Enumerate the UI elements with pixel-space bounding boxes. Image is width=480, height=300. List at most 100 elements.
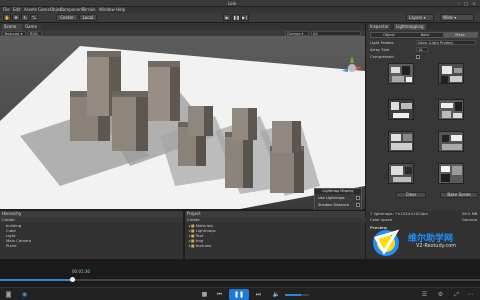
pivot-local-button[interactable]: Local: [79, 14, 97, 21]
lightmap-image: [389, 132, 413, 151]
gizmos-dropdown[interactable]: Gizmos ▾: [285, 30, 309, 36]
layout-dropdown[interactable]: Wide ▾: [440, 14, 474, 21]
option-use-lightmaps[interactable]: Use Lightmaps: [318, 195, 362, 201]
hierarchy-panel: Hierarchy Create building Cube Light Mai…: [0, 210, 183, 259]
scale-tool-button[interactable]: ⤡: [30, 14, 38, 21]
lightmap-stats: 7 lightmaps: 7×1024×1024px: [370, 211, 428, 216]
compressed-checkbox[interactable]: [416, 55, 420, 59]
hierarchy-toolbar: Create: [0, 217, 183, 222]
fullscreen-icon[interactable]: ⤢: [452, 290, 461, 299]
lightmap-image: [439, 64, 463, 83]
folder-icon: ▸■: [189, 243, 195, 248]
close-icon[interactable]: ×: [471, 1, 477, 6]
lightmap-image: [439, 132, 463, 151]
progress-handle[interactable]: [70, 277, 75, 282]
bake-scene-button[interactable]: Bake Scene: [440, 192, 478, 198]
pivot-center-button[interactable]: Center: [56, 14, 78, 21]
progress-fill: [0, 279, 72, 281]
step-icon: ▶❘: [242, 15, 249, 20]
tab-inspector[interactable]: Inspector: [368, 24, 391, 30]
player-timeline: 00:01:36: [0, 259, 480, 287]
lightmap-thumb[interactable]: [438, 63, 464, 84]
watermark-logo: [373, 229, 400, 256]
move-tool-button[interactable]: ✥: [12, 14, 20, 21]
inspector-tabs: Inspector Lightmapping: [366, 23, 480, 30]
lightmap-thumb[interactable]: [438, 163, 464, 184]
pause-icon[interactable]: ❚❚: [229, 289, 249, 300]
watermark-url: V2-Restudy.com: [416, 243, 457, 249]
scene-viewport[interactable]: [0, 36, 365, 209]
stop-icon[interactable]: ■: [200, 290, 209, 299]
clear-button[interactable]: Clear: [396, 192, 426, 198]
previous-icon[interactable]: ⏮: [215, 290, 224, 299]
lightmap-display-title: Lightmap Display: [315, 189, 361, 194]
minimize-icon[interactable]: –: [456, 1, 462, 6]
playlist-icon[interactable]: ☰: [420, 290, 429, 299]
project-item[interactable]: ▸■ textures: [189, 243, 211, 248]
title-bar: Lolo – □ ×: [0, 0, 480, 7]
subtab-maps[interactable]: Maps: [443, 33, 477, 37]
eye-icon[interactable]: ◉: [20, 290, 29, 299]
lightmap-thumb[interactable]: [438, 99, 464, 120]
step-button[interactable]: ▶❘: [241, 14, 249, 21]
hand-tool-button[interactable]: ✋: [3, 14, 11, 21]
hierarchy-create-button[interactable]: Create: [2, 217, 15, 222]
screenshot-icon[interactable]: ◙: [4, 290, 13, 299]
play-icon: ▶: [225, 15, 229, 20]
scene-search-input[interactable]: All: [311, 30, 361, 36]
lightmap-thumb[interactable]: [388, 63, 414, 84]
subtab-object[interactable]: Object: [371, 33, 407, 37]
lightmap-thumb[interactable]: [388, 131, 414, 152]
scene-render: [0, 36, 365, 209]
light-probes-label: Light Probes: [370, 40, 394, 45]
player-controls: ◙ ◉ ■ ⏮ ❚❚ ⏭ 🔈 ☰ ⚙ ⤢ ⋯: [0, 287, 480, 300]
playback-time: 00:01:36: [72, 269, 90, 274]
move-icon: ✥: [14, 15, 18, 20]
lightmap-image: [389, 164, 413, 183]
render-mode-dropdown[interactable]: RGB ▾: [28, 30, 42, 40]
next-icon[interactable]: ⏭: [254, 290, 263, 299]
lightmap-image: [439, 100, 463, 119]
compressed-label: Compressed: [370, 54, 394, 59]
array-size-label: Array Size: [370, 47, 390, 52]
volume-fill: [285, 294, 301, 296]
color-space-value: Gamma: [462, 217, 477, 222]
lightmap-thumb[interactable]: [388, 99, 414, 120]
tab-lightmapping[interactable]: Lightmapping: [394, 24, 426, 30]
pause-icon: ❚❚: [233, 15, 240, 20]
inspector-panel: Inspector Lightmapping Object Bake Maps …: [365, 23, 480, 211]
option-shadow-distance[interactable]: Shadow Distance: [318, 202, 362, 208]
project-panel: Project Create ▸■ Materials ▸■ Lightmaps…: [184, 210, 366, 259]
volume-icon[interactable]: 🔈: [272, 290, 281, 299]
lightmap-image: [389, 100, 413, 119]
window-title: Lolo: [228, 1, 237, 6]
rotate-icon: ↻: [23, 15, 27, 20]
subtab-bake[interactable]: Bake: [407, 33, 443, 37]
color-space-label: Color space: [370, 217, 393, 222]
lightmap-thumb[interactable]: [388, 163, 414, 184]
settings-icon[interactable]: ⚙: [436, 290, 445, 299]
pause-button[interactable]: ❚❚: [232, 14, 240, 21]
more-icon[interactable]: ⋯: [466, 290, 475, 299]
light-probes-field[interactable]: None (Light Probes): [416, 40, 476, 45]
toolbar: ✋ ✥ ↻ ⤡ Center Local ▶ ❚❚ ▶❘ Layers ▾ Wi…: [0, 13, 480, 23]
lightmap-subtabs: Object Bake Maps: [370, 32, 478, 38]
draw-mode-dropdown[interactable]: Textured ▾: [2, 30, 26, 36]
rotate-tool-button[interactable]: ↻: [21, 14, 29, 21]
lightmap-thumb[interactable]: [438, 131, 464, 152]
array-size-field[interactable]: 16: [416, 47, 428, 52]
checkbox[interactable]: [356, 196, 360, 200]
scale-icon: ⤡: [32, 15, 36, 20]
play-button[interactable]: ▶: [223, 14, 231, 21]
checkbox[interactable]: [356, 203, 360, 207]
project-create-button[interactable]: Create: [187, 217, 200, 222]
project-toolbar: Create: [185, 217, 366, 222]
scene-panel: Scene Game Textured ▾ RGB ▾ Gizmos ▾ All: [0, 23, 365, 231]
hierarchy-item[interactable]: Plane: [6, 243, 16, 248]
maximize-icon[interactable]: □: [463, 1, 469, 6]
lightmap-image: [389, 64, 413, 83]
lightmap-image: [439, 164, 463, 183]
lightmap-size: 28.0 MB: [462, 211, 478, 216]
hand-icon: ✋: [4, 15, 10, 20]
layers-dropdown[interactable]: Layers ▾: [406, 14, 434, 21]
